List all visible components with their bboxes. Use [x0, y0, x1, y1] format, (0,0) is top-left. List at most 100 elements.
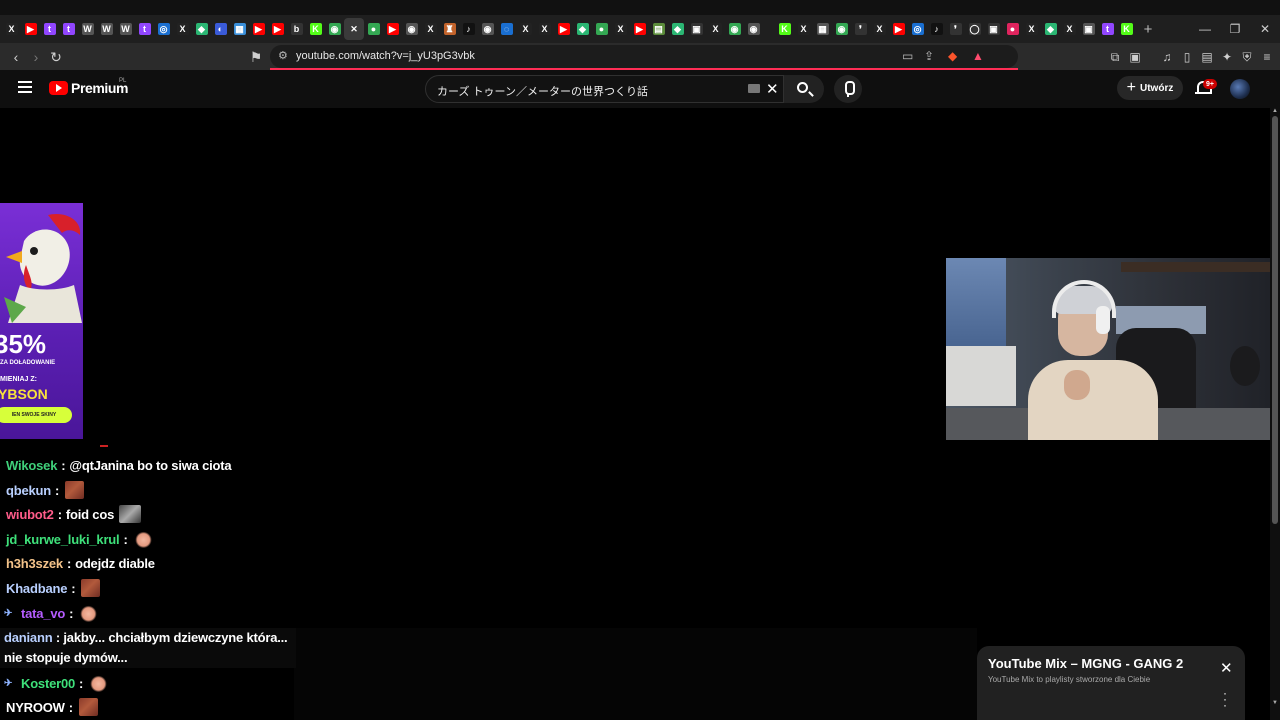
browser-tab[interactable]: ◎	[908, 18, 927, 40]
site-info-icon[interactable]: ⚙	[278, 49, 288, 62]
browser-tab[interactable]: ▶	[249, 18, 268, 40]
browser-tab[interactable]: ▦	[813, 18, 832, 40]
browser-tab[interactable]: ▣	[984, 18, 1003, 40]
browser-tab[interactable]: ●	[1003, 18, 1022, 40]
avatar[interactable]	[1230, 79, 1250, 99]
browser-tab[interactable]: ♪	[459, 18, 478, 40]
extensions-icon[interactable]: ⧉	[1106, 48, 1124, 66]
browser-tab[interactable]: ◆	[192, 18, 211, 40]
browser-tab[interactable]: ◯	[965, 18, 984, 40]
browser-tab[interactable]: ▶	[630, 18, 649, 40]
browser-tab[interactable]: ❜	[851, 18, 870, 40]
screenshot-icon[interactable]: ▣	[1126, 48, 1144, 66]
chat-username[interactable]: Koster00	[21, 676, 75, 691]
browser-tab[interactable]: ♪	[927, 18, 946, 40]
search-button[interactable]	[784, 75, 824, 103]
chat-username[interactable]: h3h3szek	[6, 556, 63, 571]
forward-icon[interactable]: ›	[26, 47, 46, 67]
scroll-down-icon[interactable]: ▼	[1272, 700, 1278, 706]
keyboard-icon[interactable]	[748, 84, 760, 93]
share-icon[interactable]: ⇪	[924, 49, 934, 63]
browser-tab[interactable]: X	[1022, 18, 1041, 40]
browser-tab[interactable]: X	[611, 18, 630, 40]
browser-tab[interactable]: t	[1098, 18, 1117, 40]
browser-tab[interactable]: ◉	[402, 18, 421, 40]
close-mix-icon[interactable]: ✕	[1220, 659, 1233, 677]
address-bar[interactable]: ⚙ youtube.com/watch?v=j_yU3pG3vbk ▭ ⇪ ◆ …	[270, 45, 1018, 68]
chat-username[interactable]: tata_vo	[21, 606, 65, 621]
browser-tab[interactable]: W	[78, 18, 97, 40]
browser-tab[interactable]: X	[535, 18, 554, 40]
voice-search-icon[interactable]	[834, 75, 862, 103]
browser-tab[interactable]: ◉	[325, 18, 344, 40]
browser-tab[interactable]: b	[287, 18, 306, 40]
chat-username[interactable]: daniann	[4, 630, 53, 645]
browser-tab[interactable]: ◆	[1041, 18, 1060, 40]
browser-tab[interactable]: ▣	[1079, 18, 1098, 40]
browser-tab[interactable]: ◆	[668, 18, 687, 40]
clear-search-icon[interactable]: ✕	[766, 80, 779, 98]
browser-tab[interactable]: X	[794, 18, 813, 40]
browser-tab[interactable]: ✕	[344, 18, 364, 40]
browser-tab[interactable]: X	[421, 18, 440, 40]
browser-tab[interactable]: ▦	[230, 18, 249, 40]
browser-tab[interactable]: ◆	[573, 18, 592, 40]
scroll-up-icon[interactable]: ▲	[1272, 108, 1278, 114]
browser-tab[interactable]: W	[97, 18, 116, 40]
new-tab-icon[interactable]: +	[1136, 18, 1160, 40]
browser-tab[interactable]: ▶	[889, 18, 908, 40]
sidebar-icon[interactable]: ▯	[1178, 48, 1196, 66]
browser-tab[interactable]: K	[775, 18, 794, 40]
close-window-icon[interactable]: ✕	[1250, 18, 1280, 40]
browser-tab[interactable]: ◉	[725, 18, 744, 40]
create-button[interactable]: + Utwórz	[1117, 76, 1183, 100]
browser-tab[interactable]: K	[1117, 18, 1136, 40]
page-scrollbar[interactable]: ▲ ▼	[1270, 108, 1280, 720]
search-input[interactable]: カーズ トゥーン／メーターの世界つくり話 ✕	[425, 75, 784, 103]
bookmark-icon[interactable]: ⚑	[246, 47, 266, 67]
browser-tab[interactable]: ◐	[211, 18, 230, 40]
browser-tab[interactable]: t	[135, 18, 154, 40]
scrollbar-thumb[interactable]	[1272, 116, 1278, 524]
chat-username[interactable]: Khadbane	[6, 581, 67, 596]
browser-tab[interactable]: ◌	[497, 18, 516, 40]
leo-icon[interactable]: ✦	[1218, 48, 1236, 66]
hamburger-menu-icon[interactable]	[18, 81, 32, 93]
browser-tab[interactable]: X	[173, 18, 192, 40]
mix-title[interactable]: YouTube Mix – MGNG - GANG 2	[988, 656, 1183, 671]
browser-tab[interactable]: ▶	[383, 18, 402, 40]
browser-tab[interactable]: t	[40, 18, 59, 40]
browser-tab[interactable]: W	[116, 18, 135, 40]
menu-icon[interactable]: ≡	[1258, 48, 1276, 66]
browser-tab[interactable]: X	[706, 18, 725, 40]
browser-tab[interactable]: ♜	[440, 18, 459, 40]
chat-username[interactable]: qbekun	[6, 483, 51, 498]
browser-tab[interactable]: ◎	[154, 18, 173, 40]
browser-tab[interactable]: ▶	[21, 18, 40, 40]
browser-tab[interactable]: ▶	[268, 18, 287, 40]
youtube-mix-card[interactable]: YouTube Mix – MGNG - GANG 2 YouTube Mix …	[977, 646, 1245, 720]
wallet-icon[interactable]: ▤	[1198, 48, 1216, 66]
browser-tab[interactable]: X	[2, 18, 21, 40]
brave-rewards-icon[interactable]: ▲	[972, 49, 984, 63]
chat-username[interactable]: NYROOW	[6, 700, 65, 715]
browser-tab[interactable]: ▶	[554, 18, 573, 40]
reload-icon[interactable]: ↻	[46, 47, 66, 67]
brave-shield-icon[interactable]: ◆	[948, 49, 957, 63]
browser-tab[interactable]: t	[59, 18, 78, 40]
browser-tab[interactable]: X	[870, 18, 889, 40]
browser-tab[interactable]: ●	[364, 18, 383, 40]
chat-username[interactable]: jd_kurwe_luki_krul	[6, 532, 120, 547]
browser-tab[interactable]: ▣	[687, 18, 706, 40]
back-icon[interactable]: ‹	[6, 47, 26, 67]
browser-tab[interactable]: ◉	[478, 18, 497, 40]
browser-tab[interactable]: X	[516, 18, 535, 40]
browser-tab[interactable]: K	[306, 18, 325, 40]
minimize-icon[interactable]: —	[1190, 18, 1220, 40]
chat-username[interactable]: Wikosek	[6, 458, 57, 473]
browser-tab[interactable]: ▤	[649, 18, 668, 40]
youtube-logo-icon[interactable]	[49, 81, 68, 95]
browser-tab[interactable]: X	[1060, 18, 1079, 40]
browser-tab[interactable]: ◉	[744, 18, 763, 40]
browser-tab[interactable]: ❜	[946, 18, 965, 40]
